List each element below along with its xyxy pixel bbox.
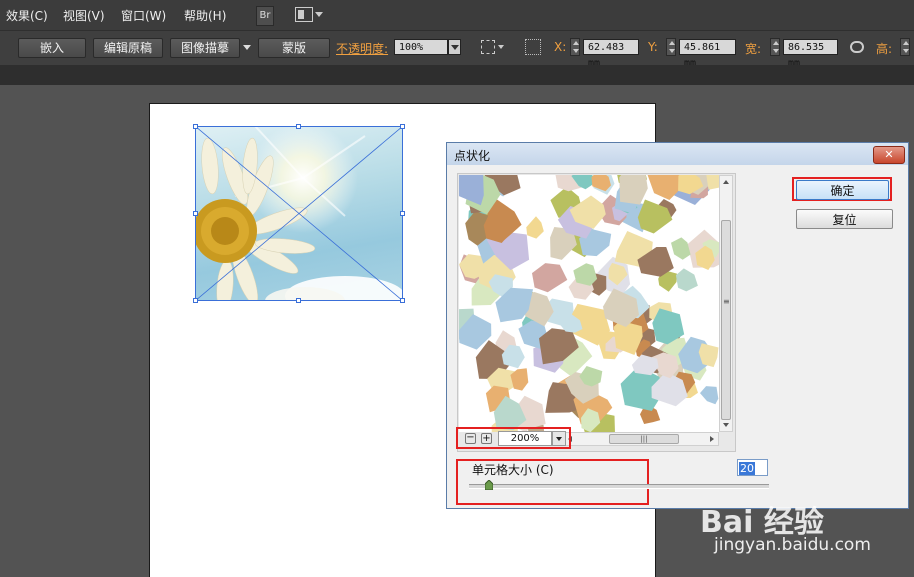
link-proportions-icon[interactable] — [850, 41, 864, 53]
pointillize-preview — [459, 175, 719, 432]
y-input[interactable]: 45.861 mm — [679, 39, 736, 69]
selection-handle[interactable] — [193, 298, 198, 303]
bridge-button[interactable]: Br — [256, 6, 274, 26]
chevron-down-icon[interactable] — [315, 12, 323, 17]
arrange-documents-icon[interactable] — [295, 7, 313, 22]
watermark-url: jingyan.baidu.com — [714, 535, 871, 555]
mosaic-cell — [671, 237, 691, 260]
selection-handle[interactable] — [400, 124, 405, 129]
selection-handle[interactable] — [296, 298, 301, 303]
pointillize-dialog: 点状化 ✕ ≡ ||| − + 200% 确定 复位 单元格大小 (C) 20 — [446, 142, 909, 509]
preview-image[interactable] — [459, 175, 719, 432]
mosaic-cell — [675, 268, 698, 292]
dialog-title: 点状化 — [454, 149, 491, 163]
document-tab-strip — [0, 65, 914, 85]
dialog-titlebar[interactable]: 点状化 ✕ — [447, 143, 908, 165]
zoom-level-input[interactable]: 200% — [498, 431, 552, 446]
selection-handle[interactable] — [296, 124, 301, 129]
mask-button[interactable]: 蒙版 — [258, 38, 330, 58]
mosaic-cell — [573, 263, 598, 286]
menu-bar: 效果(C) 视图(V) 窗口(W) 帮助(H) Br — [0, 0, 914, 30]
x-stepper[interactable] — [570, 38, 580, 56]
width-label: 宽: — [745, 42, 762, 56]
zoom-out-button[interactable]: − — [465, 433, 476, 444]
width-stepper[interactable] — [770, 38, 780, 56]
mosaic-cell — [700, 386, 719, 405]
x-label: X: — [554, 40, 567, 54]
opacity-dropdown[interactable] — [448, 39, 461, 55]
width-input[interactable]: 86.535 mm — [783, 39, 838, 69]
cell-size-slider-track[interactable] — [469, 484, 769, 489]
horizontal-scroll-thumb[interactable]: ||| — [609, 434, 679, 444]
preview-horizontal-scrollbar[interactable]: ||| — [563, 432, 719, 446]
zoom-in-button[interactable]: + — [481, 433, 492, 444]
selection-handle[interactable] — [400, 298, 405, 303]
chevron-down-icon[interactable] — [498, 45, 504, 49]
reference-point-icon[interactable] — [525, 39, 541, 55]
selection-handle[interactable] — [193, 211, 198, 216]
opacity-input[interactable]: 100% — [394, 39, 448, 55]
menu-window[interactable]: 窗口(W) — [121, 7, 166, 24]
placed-image[interactable] — [195, 126, 403, 301]
height-stepper[interactable] — [900, 38, 910, 56]
menu-effects[interactable]: 效果(C) — [6, 7, 48, 24]
control-bar: 嵌入 编辑原稿 图像描摹 蒙版 不透明度: 100% X: 62.483 mm … — [0, 30, 914, 69]
daisy-photo — [195, 126, 403, 301]
edit-original-button[interactable]: 编辑原稿 — [93, 38, 163, 58]
cell-size-label: 单元格大小 (C) — [472, 463, 554, 477]
ok-button[interactable]: 确定 — [796, 180, 889, 200]
mosaic-cell — [459, 175, 484, 206]
selection-handle[interactable] — [193, 124, 198, 129]
mosaic-cell — [526, 216, 544, 239]
zoom-dropdown[interactable] — [552, 431, 566, 446]
baidu-watermark-logo: Bai 经验 — [700, 505, 824, 540]
reset-button[interactable]: 复位 — [796, 209, 893, 229]
selection-handle[interactable] — [400, 211, 405, 216]
height-label: 高: — [876, 42, 893, 56]
menu-view[interactable]: 视图(V) — [63, 7, 105, 24]
vertical-scroll-thumb[interactable]: ≡ — [721, 220, 731, 420]
close-button[interactable]: ✕ — [873, 146, 905, 164]
y-label: Y: — [648, 40, 658, 54]
menu-help[interactable]: 帮助(H) — [184, 7, 226, 24]
x-input[interactable]: 62.483 mm — [583, 39, 639, 69]
image-trace-button[interactable]: 图像描摹 — [170, 38, 240, 58]
transform-reference-icon[interactable] — [481, 40, 495, 54]
trace-dropdown-icon[interactable] — [243, 45, 251, 50]
cell-size-slider-thumb[interactable] — [484, 479, 494, 491]
mosaic-cell — [532, 263, 568, 293]
y-stepper[interactable] — [666, 38, 676, 56]
mosaic-cell — [619, 175, 648, 205]
preview-vertical-scrollbar[interactable]: ≡ — [719, 175, 733, 432]
opacity-label: 不透明度: — [336, 42, 389, 56]
embed-button[interactable]: 嵌入 — [18, 38, 86, 58]
cell-size-input[interactable]: 20 — [737, 459, 768, 476]
